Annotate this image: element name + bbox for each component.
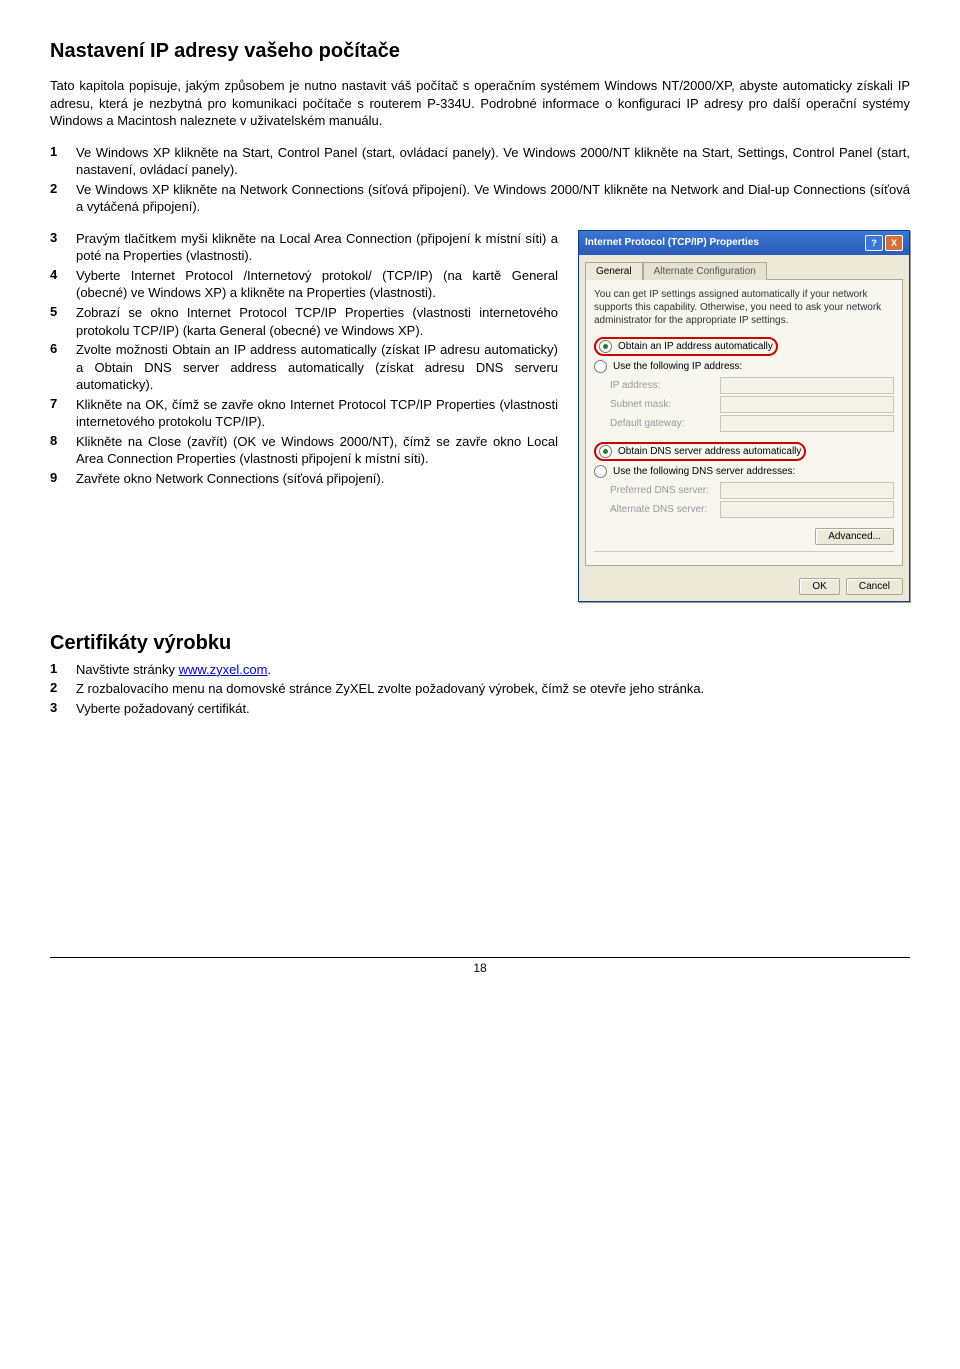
item-text: Vyberte Internet Protocol /Internetový p… [76, 267, 558, 302]
radio-label: Obtain an IP address automatically [618, 341, 773, 352]
radio-label: Obtain DNS server address automatically [618, 446, 801, 457]
list-item: 5 Zobrazí se okno Internet Protocol TCP/… [50, 304, 558, 339]
item-number: 5 [50, 304, 76, 339]
radio-use-following-dns[interactable]: Use the following DNS server addresses: [594, 465, 894, 478]
help-icon[interactable]: ? [865, 235, 883, 251]
item-text: Zobrazí se okno Internet Protocol TCP/IP… [76, 304, 558, 339]
steps-list-c: 1 Navštivte stránky www.zyxel.com. 2 Z r… [50, 661, 910, 718]
label-default-gateway: Default gateway: [610, 418, 720, 429]
list-item: 8 Klikněte na Close (zavřít) (OK ve Wind… [50, 433, 558, 468]
item-number: 3 [50, 230, 76, 265]
item-text: Z rozbalovacího menu na domovské stránce… [76, 680, 910, 698]
item-text: Klikněte na Close (zavřít) (OK ve Window… [76, 433, 558, 468]
radio-obtain-ip-auto[interactable]: Obtain an IP address automatically [594, 337, 894, 356]
advanced-button[interactable]: Advanced... [815, 528, 894, 545]
cancel-button[interactable]: Cancel [846, 578, 903, 595]
item-text: Klikněte na OK, čímž se zavře okno Inter… [76, 396, 558, 431]
dialog-titlebar[interactable]: Internet Protocol (TCP/IP) Properties ? … [579, 231, 909, 255]
item-number: 3 [50, 700, 76, 718]
list-item: 6 Zvolte možnosti Obtain an IP address a… [50, 341, 558, 394]
item-text: Zvolte možnosti Obtain an IP address aut… [76, 341, 558, 394]
item-number: 2 [50, 680, 76, 698]
item-number: 9 [50, 470, 76, 488]
divider [594, 551, 894, 552]
input-ip-address[interactable] [720, 377, 894, 394]
zyxel-link[interactable]: www.zyxel.com [179, 662, 268, 677]
ok-button[interactable]: OK [799, 578, 839, 595]
intro-paragraph: Tato kapitola popisuje, jakým způsobem j… [50, 77, 910, 130]
label-subnet-mask: Subnet mask: [610, 399, 720, 410]
radio-label: Use the following IP address: [613, 361, 742, 372]
item-text: Ve Windows XP klikněte na Start, Control… [76, 144, 910, 179]
item-text: Vyberte požadovaný certifikát. [76, 700, 910, 718]
label-preferred-dns: Preferred DNS server: [610, 485, 720, 496]
list-item: 3 Pravým tlačítkem myši klikněte na Loca… [50, 230, 558, 265]
radio-use-following-ip[interactable]: Use the following IP address: [594, 360, 894, 373]
input-subnet-mask[interactable] [720, 396, 894, 413]
item-number: 2 [50, 181, 76, 216]
input-preferred-dns[interactable] [720, 482, 894, 499]
list-item: 3 Vyberte požadovaný certifikát. [50, 700, 910, 718]
page-heading: Nastavení IP adresy vašeho počítače [50, 40, 910, 63]
item-text: Pravým tlačítkem myši klikněte na Local … [76, 230, 558, 265]
list-item: 9 Zavřete okno Network Connections (síťo… [50, 470, 558, 488]
page-number: 18 [50, 961, 910, 975]
radio-icon [594, 465, 607, 478]
dialog-description: You can get IP settings assigned automat… [594, 288, 894, 327]
label-ip-address: IP address: [610, 380, 720, 391]
dialog-title: Internet Protocol (TCP/IP) Properties [585, 237, 759, 248]
radio-icon [599, 340, 612, 353]
item-text: Ve Windows XP klikněte na Network Connec… [76, 181, 910, 216]
steps-list-a: 1 Ve Windows XP klikněte na Start, Contr… [50, 144, 910, 216]
item-number: 4 [50, 267, 76, 302]
item-number: 1 [50, 661, 76, 679]
radio-label: Use the following DNS server addresses: [613, 466, 795, 477]
item-number: 1 [50, 144, 76, 179]
steps-list-b: 3 Pravým tlačítkem myši klikněte na Loca… [50, 230, 558, 488]
item-text: Navštivte stránky www.zyxel.com. [76, 661, 910, 679]
list-item: 1 Navštivte stránky www.zyxel.com. [50, 661, 910, 679]
close-icon[interactable]: X [885, 235, 903, 251]
radio-obtain-dns-auto[interactable]: Obtain DNS server address automatically [594, 442, 894, 461]
label-alternate-dns: Alternate DNS server: [610, 504, 720, 515]
tab-alternate[interactable]: Alternate Configuration [643, 262, 767, 280]
item-number: 6 [50, 341, 76, 394]
item-number: 8 [50, 433, 76, 468]
list-item: 2 Ve Windows XP klikněte na Network Conn… [50, 181, 910, 216]
list-item: 4 Vyberte Internet Protocol /Internetový… [50, 267, 558, 302]
radio-icon [599, 445, 612, 458]
radio-icon [594, 360, 607, 373]
tab-general[interactable]: General [585, 262, 643, 280]
section-heading-certificates: Certifikáty výrobku [50, 632, 910, 655]
list-item: 7 Klikněte na OK, čímž se zavře okno Int… [50, 396, 558, 431]
list-item: 2 Z rozbalovacího menu na domovské strán… [50, 680, 910, 698]
item-number: 7 [50, 396, 76, 431]
input-default-gateway[interactable] [720, 415, 894, 432]
page-footer: 18 [50, 957, 910, 975]
tcpip-properties-dialog: Internet Protocol (TCP/IP) Properties ? … [578, 230, 910, 602]
list-item: 1 Ve Windows XP klikněte na Start, Contr… [50, 144, 910, 179]
input-alternate-dns[interactable] [720, 501, 894, 518]
item-text: Zavřete okno Network Connections (síťová… [76, 470, 558, 488]
